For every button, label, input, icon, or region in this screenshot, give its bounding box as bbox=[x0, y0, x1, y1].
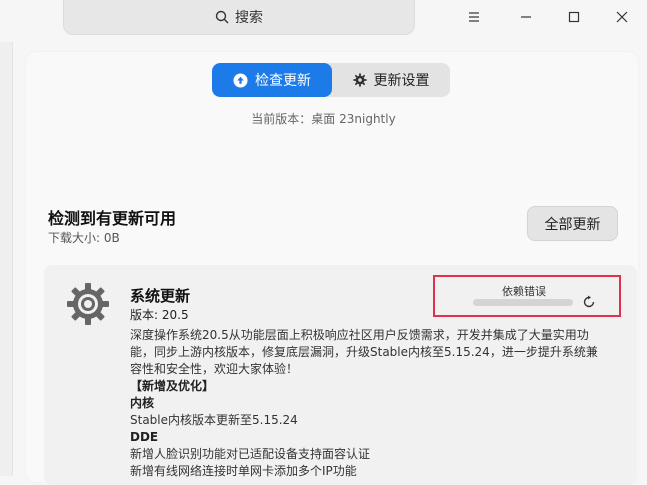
close-icon bbox=[616, 11, 628, 23]
update-description: 深度操作系统20.5从功能层面上积极响应社区用户反馈需求，开发并集成了大量实用功… bbox=[130, 327, 608, 480]
menu-button[interactable] bbox=[465, 8, 483, 26]
sidebar-edge bbox=[0, 42, 13, 476]
search-input[interactable]: 搜索 bbox=[63, 0, 415, 35]
menu-icon bbox=[469, 12, 479, 22]
desc-line: 内核 bbox=[130, 396, 155, 410]
maximize-button[interactable] bbox=[565, 8, 583, 26]
updates-title: 检测到有更新可用 bbox=[48, 209, 177, 228]
system-update-gear-icon bbox=[67, 283, 109, 325]
desc-line: 新增有线网络连接时单网卡添加多个IP功能 bbox=[130, 464, 357, 478]
update-status-box: 依赖错误 bbox=[433, 275, 621, 317]
minimize-button[interactable] bbox=[517, 8, 535, 26]
gear-icon bbox=[352, 73, 367, 87]
tab-check-updates-label: 检查更新 bbox=[255, 73, 311, 89]
minimize-icon bbox=[521, 16, 531, 18]
desc-line: DDE bbox=[130, 430, 159, 444]
tab-check-updates[interactable]: 检查更新 bbox=[212, 63, 332, 97]
close-button[interactable] bbox=[613, 8, 631, 26]
current-version: 当前版本：桌面 23nightly bbox=[251, 112, 396, 126]
search-icon bbox=[215, 10, 229, 24]
arrow-up-circle-icon bbox=[233, 72, 248, 88]
maximize-icon bbox=[568, 11, 580, 23]
progress-bar bbox=[473, 299, 573, 306]
desc-line: 【新增及优化】 bbox=[130, 379, 215, 393]
retry-icon[interactable] bbox=[581, 294, 597, 310]
desc-line: 深度操作系统20.5从功能层面上积极响应社区用户反馈需求，开发并集成了大量实用功… bbox=[130, 328, 598, 376]
tab-update-settings[interactable]: 更新设置 bbox=[332, 63, 450, 97]
desc-line: 新增人脸识别功能对已适配设备支持面容认证 bbox=[130, 447, 371, 461]
search-placeholder: 搜索 bbox=[235, 10, 263, 26]
tab-update-settings-label: 更新设置 bbox=[373, 73, 430, 89]
update-all-button[interactable]: 全部更新 bbox=[527, 206, 618, 241]
update-item-version: 版本: 20.5 bbox=[130, 308, 189, 322]
update-item-title: 系统更新 bbox=[130, 287, 191, 305]
tab-bar: 检查更新 更新设置 bbox=[212, 63, 450, 97]
desc-line: Stable内核版本更新至5.15.24 bbox=[130, 413, 298, 427]
download-size: 下载大小: 0B bbox=[48, 231, 120, 245]
